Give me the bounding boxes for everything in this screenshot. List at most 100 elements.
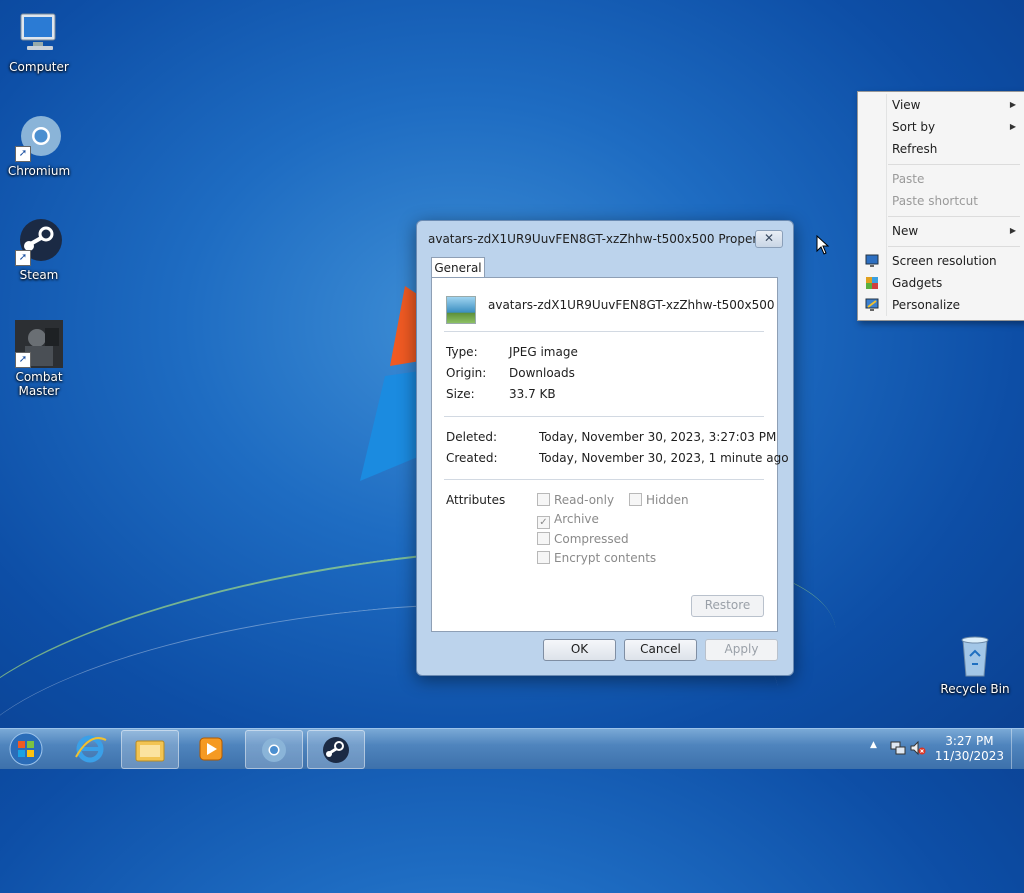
clock-date: 11/30/2023: [934, 749, 1004, 763]
internet-explorer-icon: [75, 735, 107, 763]
ok-button[interactable]: OK: [543, 639, 616, 661]
screen-resolution-icon: [865, 254, 879, 267]
computer-icon: [15, 10, 63, 58]
recycle-bin-icon: [951, 632, 999, 680]
taskbar-explorer[interactable]: [121, 730, 179, 769]
network-icon[interactable]: [890, 740, 906, 756]
submenu-arrow-icon: ▶: [1009, 122, 1016, 131]
cancel-button[interactable]: Cancel: [624, 639, 697, 661]
divider: [444, 479, 764, 480]
steam-icon: [323, 737, 349, 763]
apply-button[interactable]: Apply: [705, 639, 778, 661]
divider: [444, 416, 764, 417]
taskbar: ▲ 3:27 PM 11/30/2023: [0, 728, 1024, 769]
menu-item-personalize[interactable]: Personalize: [858, 294, 1024, 316]
menu-item-refresh[interactable]: Refresh: [858, 138, 1024, 160]
system-tray: ▲ 3:27 PM 11/30/2023: [864, 729, 1024, 769]
menu-item-gadgets[interactable]: Gadgets: [858, 272, 1024, 294]
desktop-icon-label: Combat Master: [15, 370, 63, 398]
menu-item-label: Paste: [892, 172, 925, 186]
show-hidden-icons-icon[interactable]: ▲: [870, 740, 877, 750]
close-button[interactable]: ✕: [755, 230, 783, 248]
menu-item-label: View: [892, 98, 921, 112]
desktop-icon-label: Recycle Bin: [940, 682, 1010, 696]
deleted-label: Deleted:: [446, 430, 498, 444]
encrypt-label: Encrypt contents: [554, 551, 657, 565]
menu-item-label: New: [892, 224, 919, 238]
file-name: avatars-zdX1UR9UuvFEN8GT-xzZhhw-t500x500: [488, 298, 775, 312]
menu-item-screen-resolution[interactable]: Screen resolution: [858, 250, 1024, 272]
taskbar-ie[interactable]: [62, 730, 118, 767]
chromium-icon: [262, 738, 286, 762]
windows-logo-decoration: [360, 286, 420, 481]
checkbox-box: [537, 551, 550, 564]
created-value: Today, November 30, 2023, 1 minute ago: [539, 451, 789, 465]
desktop-icon-label: Computer: [9, 60, 69, 74]
size-value: 33.7 KB: [509, 387, 556, 401]
type-value: JPEG image: [509, 345, 578, 359]
desktop-icon-combat-master[interactable]: ➚ Combat Master: [1, 320, 77, 398]
menu-item-label: Gadgets: [892, 276, 943, 290]
taskbar-media-player[interactable]: [183, 730, 239, 767]
taskbar-steam[interactable]: [307, 730, 365, 769]
hidden-label: Hidden: [646, 493, 689, 507]
start-button[interactable]: [6, 731, 46, 767]
desktop-icon-computer[interactable]: Computer: [1, 10, 77, 74]
archive-checkbox[interactable]: ✓ Archive: [537, 512, 599, 529]
menu-item-label: Screen resolution: [892, 254, 997, 268]
desktop-icon-label: Chromium: [7, 164, 71, 178]
compressed-checkbox[interactable]: Compressed: [537, 532, 629, 546]
steam-icon: ➚: [15, 218, 63, 266]
restore-button[interactable]: Restore: [691, 595, 764, 617]
jpeg-file-icon: [446, 296, 476, 324]
desktop-icon-recycle-bin[interactable]: Recycle Bin: [937, 632, 1013, 696]
origin-value: Downloads: [509, 366, 575, 380]
size-label: Size:: [446, 387, 475, 401]
menu-item-label: Sort by: [892, 120, 936, 134]
menu-separator: [888, 246, 1020, 247]
show-desktop-button[interactable]: [1011, 729, 1024, 769]
desktop-icon-label: Steam: [19, 268, 59, 282]
properties-dialog[interactable]: avatars-zdX1UR9UuvFEN8GT-xzZhhw-t500x500…: [416, 220, 794, 676]
shortcut-arrow-icon: ➚: [15, 250, 31, 266]
submenu-arrow-icon: ▶: [1009, 100, 1016, 109]
desktop-icon-chromium[interactable]: ➚ Chromium: [1, 114, 77, 178]
checkbox-box: [537, 532, 550, 545]
menu-item-paste-shortcut[interactable]: Paste shortcut: [858, 190, 1024, 212]
created-label: Created:: [446, 451, 498, 465]
menu-separator: [888, 216, 1020, 217]
desktop-icon-steam[interactable]: ➚ Steam: [1, 218, 77, 282]
menu-item-view[interactable]: View ▶: [858, 94, 1024, 116]
menu-item-paste[interactable]: Paste: [858, 168, 1024, 190]
menu-item-label: Paste shortcut: [892, 194, 978, 208]
taskbar-chromium[interactable]: [245, 730, 303, 769]
origin-label: Origin:: [446, 366, 487, 380]
general-panel: avatars-zdX1UR9UuvFEN8GT-xzZhhw-t500x500…: [431, 277, 789, 632]
hidden-checkbox[interactable]: Hidden: [629, 493, 689, 507]
volume-muted-icon[interactable]: [910, 740, 926, 756]
shortcut-arrow-icon: ➚: [15, 146, 31, 162]
read-only-label: Read-only: [554, 493, 615, 507]
type-label: Type:: [446, 345, 478, 359]
read-only-checkbox[interactable]: Read-only: [537, 493, 614, 507]
encrypt-checkbox[interactable]: Encrypt contents: [537, 551, 656, 565]
menu-item-label: Refresh: [892, 142, 938, 156]
menu-item-label: Personalize: [892, 298, 961, 312]
compressed-label: Compressed: [554, 532, 629, 546]
clock[interactable]: 3:27 PM 11/30/2023: [935, 734, 1004, 764]
shortcut-arrow-icon: ➚: [15, 352, 31, 368]
divider: [444, 331, 764, 332]
menu-item-sort-by[interactable]: Sort by ▶: [858, 116, 1024, 138]
combat-master-icon: ➚: [15, 320, 63, 368]
menu-separator: [888, 164, 1020, 165]
close-icon: ✕: [763, 231, 775, 245]
desktop-context-menu[interactable]: View ▶ Sort by ▶ Refresh Paste Paste short…: [857, 91, 1024, 321]
tab-general[interactable]: General: [431, 257, 485, 278]
gadgets-icon: [866, 277, 878, 289]
deleted-value: Today, November 30, 2023, 3:27:03 PM: [539, 430, 777, 444]
menu-item-new[interactable]: New ▶: [858, 220, 1024, 242]
media-player-icon: [199, 737, 223, 761]
archive-label: Archive: [554, 512, 599, 526]
checkbox-box: [629, 493, 642, 506]
personalize-icon: [865, 298, 879, 311]
